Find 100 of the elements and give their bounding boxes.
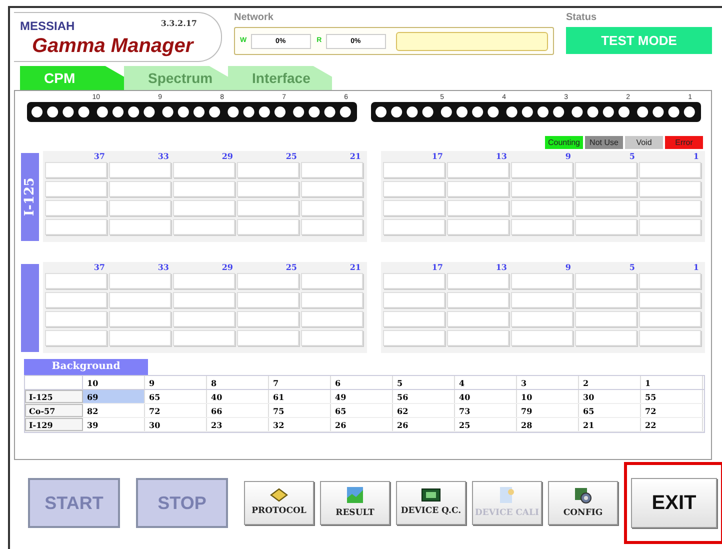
count-cell (109, 162, 171, 178)
count-cell (237, 311, 299, 327)
count-cell (383, 162, 445, 178)
column-header: 3 (521, 378, 527, 388)
table-cell: 69 (83, 390, 145, 403)
count-cell (639, 311, 701, 327)
toolbar-button[interactable]: CONFIG (548, 481, 618, 525)
status-indicator: TEST MODE (566, 27, 712, 54)
count-cell (383, 181, 445, 197)
count-cell (511, 292, 573, 308)
table-cell: 39 (83, 418, 145, 431)
count-cell (447, 181, 509, 197)
status-label: Status (566, 12, 598, 24)
gear-icon (574, 486, 592, 504)
tab[interactable]: Spectrum (124, 66, 228, 90)
position-number: 1 (693, 151, 699, 162)
exit-button[interactable]: EXIT (631, 478, 717, 528)
count-cell (511, 330, 573, 346)
count-cell (45, 181, 107, 197)
count-cell (173, 292, 235, 308)
count-cell (511, 273, 573, 289)
count-cell (511, 181, 573, 197)
version-text: 3.3.2.17 (160, 17, 197, 30)
toolbar-button[interactable]: RESULT (320, 481, 390, 525)
table-cell: 40 (207, 390, 269, 403)
count-cell (109, 219, 171, 235)
table-cell: 28 (517, 418, 579, 431)
count-cell (173, 330, 235, 346)
count-cell (447, 330, 509, 346)
legend-item: Counting (545, 136, 583, 149)
count-cell (575, 311, 637, 327)
count-cell (109, 273, 171, 289)
count-cell (173, 181, 235, 197)
count-cell (45, 219, 107, 235)
count-cell (383, 292, 445, 308)
table-cell: 21 (579, 418, 641, 431)
toolbar-button[interactable]: DEVICE Q.C. (396, 481, 466, 525)
position-number: 5 (629, 262, 635, 273)
count-cell (237, 181, 299, 197)
count-cell (109, 200, 171, 216)
count-cell (109, 311, 171, 327)
count-cell (301, 162, 363, 178)
position-number: 29 (222, 151, 233, 162)
count-cell (109, 181, 171, 197)
table-cell: 40 (455, 390, 517, 403)
table-cell: 30 (579, 390, 641, 403)
count-cell (301, 181, 363, 197)
table-cell: 72 (641, 404, 703, 417)
position-number: 9 (565, 151, 571, 162)
position-number: 33 (158, 151, 169, 162)
count-cell (447, 311, 509, 327)
row-header: Co-57 (29, 406, 56, 416)
column-header: 4 (459, 378, 465, 388)
legend-item: Not Use (585, 136, 623, 149)
count-cell (301, 292, 363, 308)
count-cell (639, 219, 701, 235)
tab[interactable]: CPM (20, 66, 124, 90)
chart-icon (346, 486, 364, 504)
position-number: 21 (350, 262, 361, 273)
toolbar-button[interactable]: PROTOCOL (244, 481, 314, 525)
count-cell (173, 311, 235, 327)
count-cell (45, 292, 107, 308)
table-cell: 65 (331, 404, 393, 417)
count-cell (447, 162, 509, 178)
count-cell (511, 162, 573, 178)
position-number: 21 (350, 151, 361, 162)
row-header: I-125 (29, 392, 53, 402)
table-cell: 62 (393, 404, 455, 417)
tab[interactable]: Interface (228, 66, 332, 90)
count-cell (173, 162, 235, 178)
column-header: 8 (211, 378, 217, 388)
position-number: 13 (496, 151, 507, 162)
background-header: Background (24, 359, 148, 375)
count-cell (511, 200, 573, 216)
position-number: 5 (629, 151, 635, 162)
count-cell (237, 273, 299, 289)
column-header: 9 (149, 378, 155, 388)
table-cell: 73 (455, 404, 517, 417)
count-cell (173, 273, 235, 289)
circuit-board-icon (421, 488, 441, 502)
legend-item: Error (665, 136, 703, 149)
count-cell (639, 181, 701, 197)
document-icon (498, 486, 516, 504)
table-cell: 49 (331, 390, 393, 403)
count-cell (575, 273, 637, 289)
count-cell (447, 200, 509, 216)
count-cell (45, 200, 107, 216)
legend-item: Void (625, 136, 663, 149)
table-cell: 25 (455, 418, 517, 431)
position-number: 37 (94, 151, 105, 162)
count-cell (575, 292, 637, 308)
table-cell: 26 (393, 418, 455, 431)
count-cell (173, 219, 235, 235)
count-cell (237, 292, 299, 308)
count-cell (639, 200, 701, 216)
count-cell (383, 219, 445, 235)
count-cell (383, 330, 445, 346)
table-cell: 79 (517, 404, 579, 417)
table-cell: 10 (517, 390, 579, 403)
column-header: 10 (87, 378, 98, 388)
